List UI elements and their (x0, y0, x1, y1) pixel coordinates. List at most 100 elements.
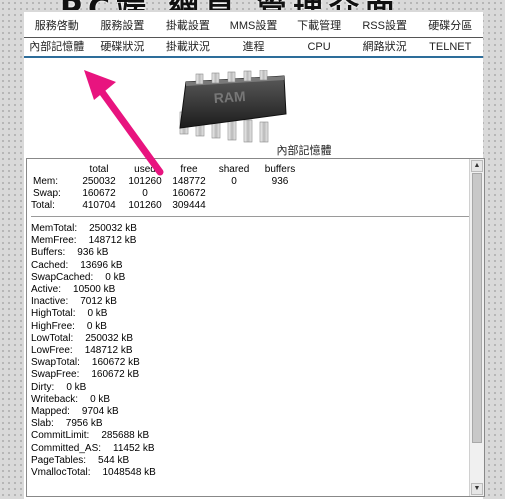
menu-disk-partition[interactable]: 硬碟分區 (417, 16, 483, 38)
free-cell: 160672 (82, 188, 116, 199)
meminfo-key: HighFree: (31, 320, 75, 332)
meminfo-key: MemFree: (31, 235, 77, 247)
meminfo-value: 160672 kB (91, 369, 140, 381)
free-cell: 0 (142, 188, 148, 199)
meminfo-key: SwapTotal: (31, 357, 80, 369)
menu-service-settings[interactable]: 服務設置 (90, 16, 156, 38)
free-cell (211, 200, 257, 212)
menu-mms-settings[interactable]: MMS設置 (221, 16, 287, 38)
meminfo-value: 250032 kB (89, 223, 137, 234)
meminfo-row: Slab: 7956 kB (31, 418, 467, 430)
meminfo-key: Writeback: (31, 393, 79, 405)
section-divider (31, 216, 469, 217)
vertical-scrollbar[interactable]: ▲ ▼ (469, 159, 484, 496)
meminfo-value: 250032 kB (85, 332, 134, 344)
meminfo-value: 0 kB (87, 308, 108, 320)
ram-chip-label: RAM (213, 88, 246, 106)
meminfo-list: MemTotal: 250032 kB MemFree: 148712 kB Buffe… (31, 223, 467, 479)
menu-row-secondary: 內部記憶體 硬碟狀況 掛載狀況 進程 CPU 網路狀況 TELNET (24, 38, 483, 56)
meminfo-value: 0 kB (86, 320, 107, 332)
meminfo-key: Active: (31, 284, 62, 296)
meminfo-key: Dirty: (31, 381, 55, 393)
free-cell (257, 200, 303, 212)
meminfo-value: 0 kB (66, 381, 87, 393)
meminfo-value: 148712 kB (84, 345, 133, 357)
meminfo-row: LowFree: 148712 kB (31, 345, 467, 357)
meminfo-key: HighTotal: (31, 308, 76, 320)
meminfo-row: Writeback: 0 kB (31, 394, 467, 406)
menu-disk-status[interactable]: 硬碟狀況 (90, 38, 156, 56)
scroll-up-icon[interactable]: ▲ (471, 160, 483, 172)
free-cell: 101260 (128, 200, 162, 211)
free-cell: 410704 (82, 200, 116, 211)
meminfo-value: 1048548 kB (102, 467, 156, 479)
meminfo-key: Mapped: (31, 406, 70, 418)
meminfo-value: 10500 kB (73, 284, 116, 296)
meminfo-key: Buffers: (31, 247, 66, 259)
menu-mount-settings[interactable]: 掛載設置 (155, 16, 221, 38)
free-cell (257, 188, 303, 200)
meminfo-key: SwapCached: (31, 271, 94, 283)
free-header-cell: buffers (264, 164, 296, 175)
meminfo-row: Dirty: 0 kB (31, 382, 467, 394)
meminfo-key: VmallocTotal: (31, 467, 91, 479)
menu-mount-status[interactable]: 掛載狀況 (155, 38, 221, 56)
free-cell: Total: (31, 200, 55, 211)
free-cell: 936 (271, 176, 289, 187)
meminfo-row: PageTables: 544 kB (31, 455, 467, 467)
meminfo-key: Cached: (31, 259, 69, 271)
free-row-swap: Swap: 160672 0 160672 (31, 188, 303, 200)
free-cell (211, 188, 257, 200)
meminfo-row: SwapTotal: 160672 kB (31, 357, 467, 369)
free-cell: 0 (231, 176, 237, 187)
meminfo-row: SwapCached: 0 kB (31, 272, 467, 284)
meminfo-value: 7956 kB (65, 418, 103, 430)
menu-processes[interactable]: 進程 (221, 38, 287, 56)
page-banner: PC端 網頁 管理介面 (60, 0, 480, 10)
menu-download-manager[interactable]: 下載管理 (286, 16, 352, 38)
meminfo-value: 7012 kB (80, 296, 117, 308)
menu-telnet[interactable]: TELNET (417, 38, 483, 56)
free-row-total: Total: 410704 101260 309444 (31, 200, 303, 212)
free-header-cell (31, 164, 75, 176)
memory-info-content: total used free shared buffers Mem: 2500… (31, 161, 469, 479)
annotation-arrow-icon (84, 70, 164, 176)
memory-info-box[interactable]: total used free shared buffers Mem: 2500… (26, 158, 485, 497)
meminfo-row: HighFree: 0 kB (31, 321, 467, 333)
scroll-down-icon[interactable]: ▼ (471, 483, 483, 495)
meminfo-row: Committed_AS: 11452 kB (31, 443, 467, 455)
menu-cpu[interactable]: CPU (286, 38, 352, 56)
menu-network-status[interactable]: 網路狀況 (352, 38, 418, 56)
free-header-cell: shared (218, 164, 250, 175)
meminfo-row: SwapFree: 160672 kB (31, 369, 467, 381)
meminfo-key: SwapFree: (31, 369, 80, 381)
meminfo-key: CommitLimit: (31, 430, 90, 442)
meminfo-row: LowTotal: 250032 kB (31, 333, 467, 345)
meminfo-value: 544 kB (98, 454, 130, 466)
meminfo-row: VmallocTotal: 1048548 kB (31, 467, 467, 479)
scroll-thumb[interactable] (472, 173, 482, 443)
free-header-cell: free (180, 164, 198, 175)
menu-rss-settings[interactable]: RSS設置 (352, 16, 418, 38)
meminfo-key: Inactive: (31, 296, 69, 308)
ram-chip-icon: RAM (179, 70, 287, 143)
menu-row-primary: 服務啓動 服務設置 掛載設置 MMS設置 下載管理 RSS設置 硬碟分區 (24, 16, 483, 38)
menu-internal-memory[interactable]: 內部記憶體 (24, 38, 90, 56)
meminfo-row: CommitLimit: 285688 kB (31, 430, 467, 442)
free-cell: Swap: (33, 188, 61, 199)
meminfo-row: Inactive: 7012 kB (31, 296, 467, 308)
meminfo-value: 160672 kB (91, 357, 140, 369)
meminfo-key: MemTotal: (31, 223, 78, 234)
free-cell: 148772 (172, 176, 206, 187)
meminfo-row: Cached: 13696 kB (31, 260, 467, 272)
meminfo-value: 0 kB (105, 271, 126, 283)
meminfo-value: 0 kB (90, 393, 111, 405)
free-cell: Mem: (33, 176, 58, 187)
free-cell: 309444 (172, 200, 206, 211)
meminfo-key: Slab: (31, 418, 54, 430)
meminfo-key: PageTables: (31, 454, 87, 466)
menu-service-start[interactable]: 服務啓動 (24, 16, 90, 38)
web-admin-panel: 服務啓動 服務設置 掛載設置 MMS設置 下載管理 RSS設置 硬碟分區 內部記… (24, 12, 485, 499)
meminfo-key: Committed_AS: (31, 442, 102, 454)
meminfo-value: 936 kB (77, 247, 109, 259)
